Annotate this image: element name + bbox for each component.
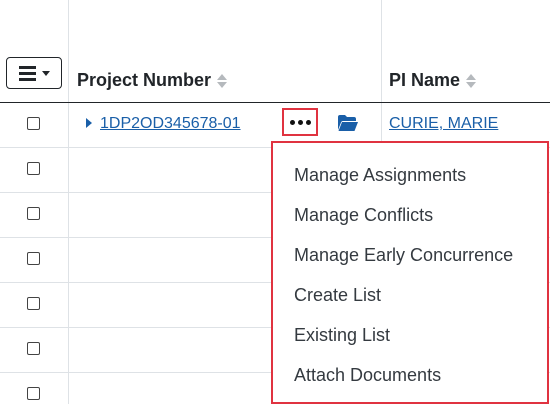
sort-icon[interactable] bbox=[217, 73, 228, 88]
sort-icon[interactable] bbox=[466, 73, 477, 88]
table-header: Project Number PI Name bbox=[0, 0, 550, 103]
actions-dropdown-menu: Manage Assignments Manage Conflicts Mana… bbox=[271, 141, 549, 404]
row-checkbox[interactable] bbox=[27, 297, 40, 310]
header-project-number[interactable]: Project Number bbox=[77, 70, 228, 91]
pi-name-link[interactable]: CURIE, MARIE bbox=[389, 115, 498, 133]
header-pi-name[interactable]: PI Name bbox=[389, 70, 477, 91]
row-checkbox[interactable] bbox=[27, 342, 40, 355]
row-checkbox[interactable] bbox=[27, 387, 40, 400]
menu-item-manage-assignments[interactable]: Manage Assignments bbox=[294, 165, 466, 186]
menu-item-create-list[interactable]: Create List bbox=[294, 285, 381, 306]
row-checkbox[interactable] bbox=[27, 207, 40, 220]
header-divider bbox=[0, 102, 550, 103]
row-checkbox[interactable] bbox=[27, 252, 40, 265]
menu-item-manage-conflicts[interactable]: Manage Conflicts bbox=[294, 205, 433, 226]
expand-caret-icon[interactable] bbox=[86, 118, 92, 128]
caret-down-icon bbox=[41, 70, 50, 76]
row-checkbox[interactable] bbox=[27, 162, 40, 175]
folder-open-icon[interactable] bbox=[337, 114, 359, 132]
column-menu-button[interactable] bbox=[6, 57, 62, 89]
actions-menu-button[interactable] bbox=[282, 108, 318, 136]
menu-item-manage-early-concurrence[interactable]: Manage Early Concurrence bbox=[294, 245, 513, 266]
header-label: Project Number bbox=[77, 70, 212, 90]
row-checkbox[interactable] bbox=[27, 117, 40, 130]
ellipsis-icon bbox=[289, 119, 295, 125]
project-number-link[interactable]: 1DP2OD345678-01 bbox=[100, 115, 241, 133]
menu-item-attach-documents[interactable]: Attach Documents bbox=[294, 365, 441, 386]
menu-item-existing-list[interactable]: Existing List bbox=[294, 325, 390, 346]
hamburger-icon bbox=[18, 65, 36, 81]
header-label: PI Name bbox=[389, 70, 461, 90]
